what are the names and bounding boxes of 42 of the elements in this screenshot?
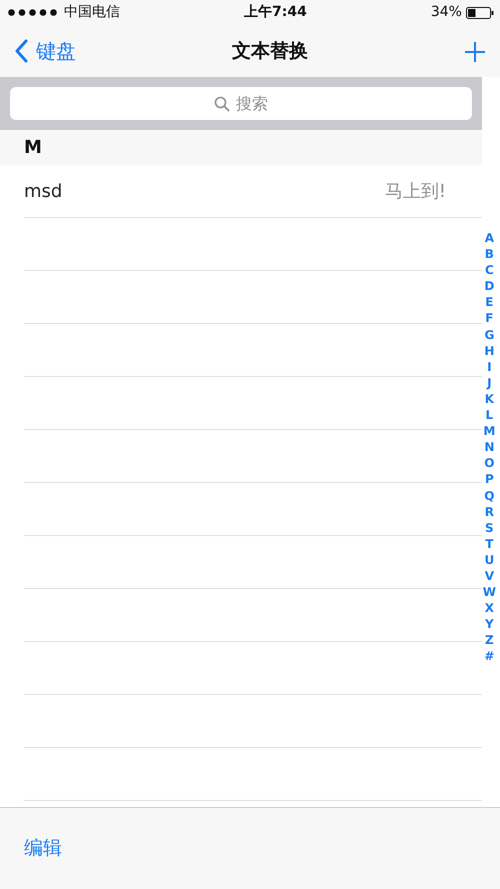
index-letter[interactable]: # (484, 648, 494, 665)
index-letter[interactable]: W (482, 584, 496, 600)
index-letter[interactable]: Y (485, 616, 494, 632)
back-button[interactable]: 键盘 (14, 36, 76, 66)
index-letter[interactable]: R (484, 504, 494, 520)
chevron-left-icon (14, 39, 28, 63)
index-letter[interactable]: L (486, 407, 494, 424)
index-letter[interactable]: C (484, 262, 494, 278)
shortcut-text[interactable]: 马上到! (384, 178, 446, 204)
index-letter[interactable]: U (484, 552, 494, 568)
battery-icon (466, 6, 494, 18)
index-letter[interactable]: H (484, 342, 494, 359)
index-letter[interactable]: N (484, 439, 494, 456)
plus-icon (464, 40, 486, 63)
index-letter[interactable]: T (485, 536, 494, 552)
index-letter[interactable]: Q (484, 488, 494, 504)
search-field[interactable]: 搜索 (10, 87, 472, 120)
index-letter[interactable]: K (484, 390, 494, 408)
index-letter[interactable]: A (484, 230, 494, 246)
carrier-name: 中国电信 (64, 3, 120, 22)
section-header: M (0, 130, 482, 165)
phrase-text[interactable]: msd (24, 178, 62, 204)
edit-button[interactable]: 编辑 (24, 834, 62, 863)
index-letter[interactable]: D (484, 278, 494, 294)
index-letter[interactable]: X (484, 600, 494, 616)
index-letter[interactable]: S (485, 520, 494, 536)
battery-percent: 34% (430, 3, 462, 22)
index-letter[interactable]: J (487, 374, 492, 391)
index-letter[interactable]: Z (485, 632, 494, 648)
index-letter[interactable]: G (484, 326, 494, 343)
index-letter[interactable]: F (485, 310, 494, 327)
nav-title: 文本替换 (232, 38, 308, 64)
status-time: 上午7:44 (244, 3, 307, 22)
index-letter[interactable]: B (484, 246, 494, 262)
index-letter[interactable]: O (484, 455, 494, 472)
index-letter[interactable]: P (484, 471, 494, 488)
index-letter[interactable]: E (485, 294, 494, 310)
index-letter[interactable]: I (487, 358, 492, 375)
index-letter[interactable]: M (483, 423, 496, 440)
search-icon (214, 96, 230, 112)
add-button[interactable] (464, 39, 486, 63)
index-letter[interactable]: V (484, 568, 494, 584)
